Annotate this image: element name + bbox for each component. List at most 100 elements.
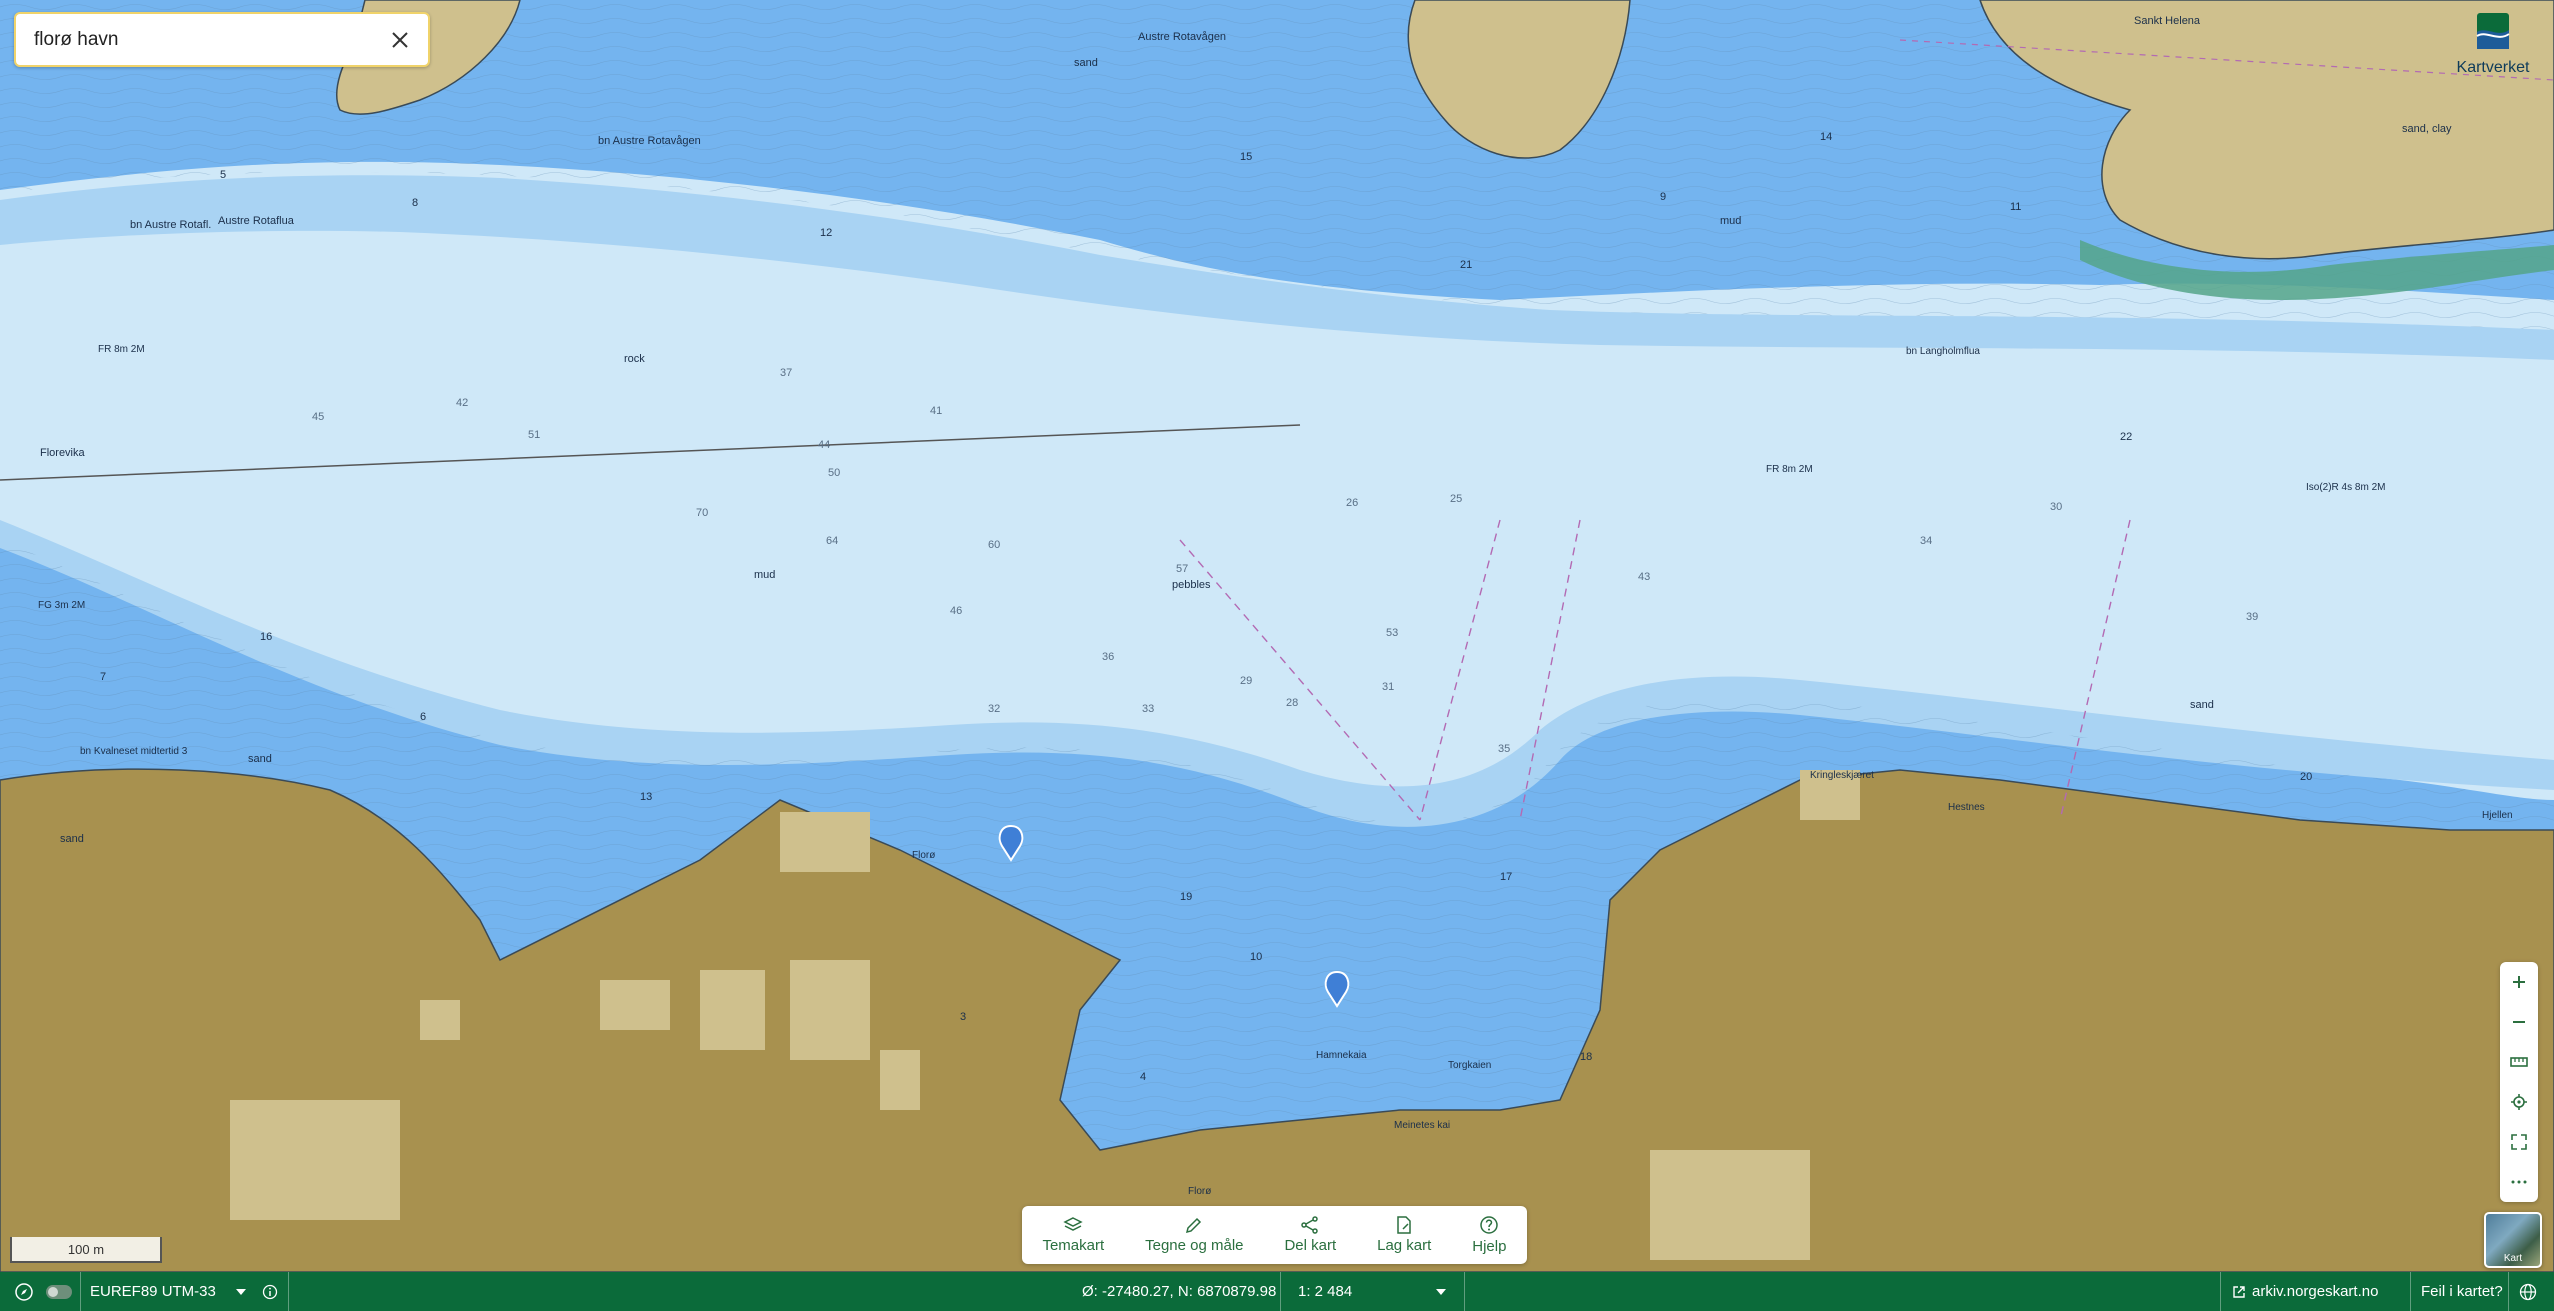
sounding: 26 xyxy=(1346,497,1358,509)
bottom-toolbar: Temakart Tegne og måle Del kart Lag kart… xyxy=(1022,1206,1527,1264)
zoom-in-button[interactable] xyxy=(2500,962,2538,1002)
search-box[interactable] xyxy=(14,12,430,67)
sounding: 9 xyxy=(1660,191,1666,203)
locate-icon xyxy=(2511,1094,2527,1110)
share-map-button[interactable]: Del kart xyxy=(1284,1216,1336,1254)
label-pebbles: pebbles xyxy=(1172,579,1211,591)
archive-link[interactable]: arkiv.norgeskart.no xyxy=(2232,1272,2378,1311)
label-hestnes: Hestnes xyxy=(1948,802,1985,813)
urban-block xyxy=(880,1050,920,1110)
locate-button[interactable] xyxy=(2500,1082,2538,1122)
label-sand-west: sand xyxy=(248,753,272,765)
create-map-label: Lag kart xyxy=(1377,1237,1432,1254)
label-kringleskjaeret: Kringleskjæret xyxy=(1810,770,1874,781)
help-label: Hjelp xyxy=(1472,1238,1507,1255)
label-austre-rotaflua: Austre Rotaflua xyxy=(218,215,295,227)
fullscreen-button[interactable] xyxy=(2500,1122,2538,1162)
language-button[interactable] xyxy=(2519,1272,2537,1311)
toggle-switch-icon xyxy=(46,1284,72,1299)
layer-toggle[interactable] xyxy=(46,1272,72,1311)
sounding: 31 xyxy=(1382,681,1394,693)
chevron-down-icon xyxy=(1436,1288,1447,1295)
urban-block xyxy=(700,970,765,1050)
scale-bar: 100 m xyxy=(10,1237,162,1263)
label-bn-austre-rotafl: bn Austre Rotafl. xyxy=(130,219,211,231)
sounding: 19 xyxy=(1180,891,1192,903)
share-icon xyxy=(1301,1216,1319,1234)
label-floro: Florø xyxy=(912,850,935,861)
info-button[interactable] xyxy=(262,1272,278,1311)
label-austre-rotavagen: Austre Rotavågen xyxy=(1138,31,1226,43)
label-florevika: Florevika xyxy=(40,447,86,459)
urban-block xyxy=(420,1000,460,1040)
crs-select[interactable]: EUREF89 UTM-33 xyxy=(90,1272,246,1311)
sounding: 8 xyxy=(412,197,418,209)
more-button[interactable] xyxy=(2500,1162,2538,1202)
sounding: 5 xyxy=(220,169,226,181)
sounding: 34 xyxy=(1920,535,1932,547)
label-light-fr-right: FR 8m 2M xyxy=(1766,464,1813,475)
sounding: 4 xyxy=(1140,1071,1146,1083)
sounding: 16 xyxy=(260,631,272,643)
search-input[interactable] xyxy=(32,27,380,52)
create-map-button[interactable]: Lag kart xyxy=(1377,1216,1431,1254)
sounding: 41 xyxy=(930,405,942,417)
sounding: 42 xyxy=(456,397,468,409)
ruler-icon xyxy=(2510,1057,2528,1067)
kartverket-logo-text: Kartverket xyxy=(2456,59,2530,76)
divider xyxy=(1464,1272,1465,1311)
sounding: 15 xyxy=(1240,151,1252,163)
sounding: 29 xyxy=(1240,675,1252,687)
divider xyxy=(2220,1272,2221,1311)
zoom-out-button[interactable] xyxy=(2500,1002,2538,1042)
help-button[interactable]: Hjelp xyxy=(1472,1215,1506,1255)
sounding: 36 xyxy=(1102,651,1114,663)
scale-bar-label: 100 m xyxy=(67,1241,105,1257)
divider xyxy=(80,1272,81,1311)
info-icon xyxy=(262,1284,278,1299)
label-light-iso: Iso(2)R 4s 8m 2M xyxy=(2306,482,2385,493)
scale-value: 1: 2 484 xyxy=(1298,1283,1353,1300)
sounding: 20 xyxy=(2300,771,2312,783)
report-error-text: Feil i kartet? xyxy=(2421,1283,2503,1300)
sounding: 43 xyxy=(1638,571,1650,583)
report-error-link[interactable]: Feil i kartet? xyxy=(2421,1272,2503,1311)
sounding: 14 xyxy=(1820,131,1832,143)
file-edit-icon xyxy=(1397,1216,1411,1234)
sounding: 30 xyxy=(2050,501,2062,513)
fullscreen-icon xyxy=(2511,1134,2527,1150)
basemap-label: Kart xyxy=(2503,1253,2523,1264)
sounding: 17 xyxy=(1500,871,1512,883)
sounding: 11 xyxy=(2010,201,2021,213)
coordinate-value: Ø: -27480.27, N: 6870879.98 xyxy=(1082,1283,1277,1300)
label-bn-langholmflua: bn Langholmflua xyxy=(1906,346,1980,357)
basemap-switcher[interactable]: Kart xyxy=(2484,1212,2542,1268)
sounding: 21 xyxy=(1460,259,1472,271)
measure-button[interactable] xyxy=(2500,1042,2538,1082)
clear-search-button[interactable] xyxy=(380,20,420,60)
divider xyxy=(2508,1272,2509,1311)
compass-button[interactable] xyxy=(14,1272,34,1311)
sounding: 64 xyxy=(826,535,838,547)
urban-block xyxy=(790,960,870,1060)
scale-select[interactable]: 1: 2 484 xyxy=(1298,1272,1447,1311)
label-sankt-helena: Sankt Helena xyxy=(2134,15,2201,27)
temakart-button[interactable]: Temakart xyxy=(1042,1216,1104,1254)
sounding: 45 xyxy=(312,411,324,423)
label-bn-austre-rotavagen: bn Austre Rotavågen xyxy=(598,135,701,147)
sounding: 18 xyxy=(1580,1051,1592,1063)
map-controls xyxy=(2500,962,2538,1202)
label-light-fr-left: FR 8m 2M xyxy=(98,344,145,355)
urban-block xyxy=(1650,1150,1810,1260)
sounding: 51 xyxy=(528,429,540,441)
sounding: 28 xyxy=(1286,697,1298,709)
label-sand-east: sand xyxy=(2190,699,2214,711)
draw-measure-button[interactable]: Tegne og måle xyxy=(1145,1216,1244,1254)
archive-link-text: arkiv.norgeskart.no xyxy=(2252,1283,2379,1300)
sounding: 46 xyxy=(950,605,962,617)
status-bar: EUREF89 UTM-33 Ø: -27480.27, N: 6870879.… xyxy=(0,1272,2554,1311)
share-map-label: Del kart xyxy=(1284,1237,1337,1254)
nautical-map[interactable]: Sankt Helena Austre Rotavågen bn Austre … xyxy=(0,0,2554,1272)
more-icon xyxy=(2511,1180,2527,1184)
sounding: 39 xyxy=(2246,611,2258,623)
